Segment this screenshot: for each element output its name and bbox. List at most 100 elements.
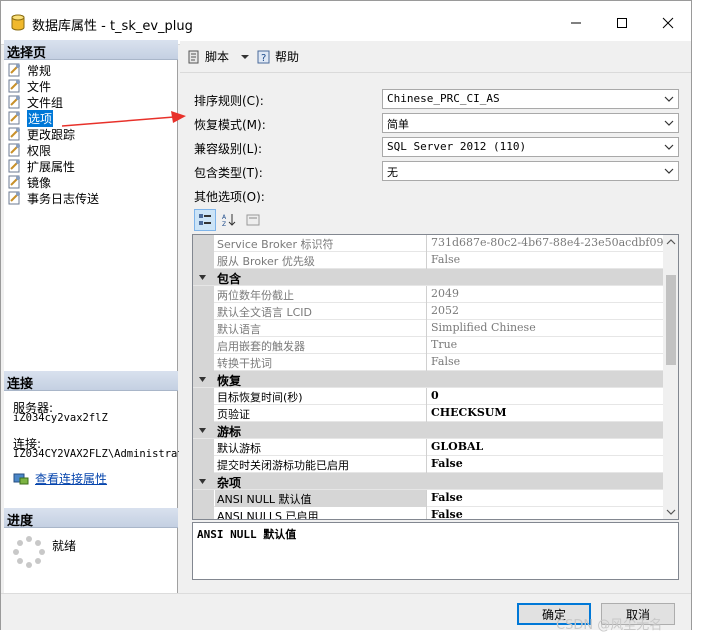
progress-spinner-icon [13, 536, 45, 568]
maximize-button[interactable] [599, 9, 645, 37]
sidebar-item-label: 常规 [27, 63, 52, 78]
scroll-up-icon[interactable] [663, 235, 679, 249]
scrollbar-thumb[interactable] [666, 275, 676, 365]
database-properties-window: 数据库属性 - t_sk_ev_plug 选择页 常规 文件 文件组 选项 更改… [0, 0, 692, 630]
grid-category[interactable]: 游标 [193, 422, 663, 439]
collapse-icon[interactable] [198, 426, 207, 435]
recovery-model-dropdown[interactable]: 简单 [382, 113, 679, 133]
alphabetical-view-button[interactable]: AZ [218, 209, 240, 231]
property-pages-icon [246, 214, 260, 226]
grid-category[interactable]: 杂项 [193, 473, 663, 490]
property-value[interactable]: CHECKSUM [428, 405, 663, 422]
chevron-down-icon [664, 168, 674, 174]
grid-row[interactable]: 目标恢复时间(秒) 0 [193, 388, 663, 405]
dropdown-arrow-icon[interactable] [239, 53, 251, 61]
property-name: 服从 Broker 优先级 [215, 252, 427, 269]
select-page-header: 选择页 [4, 40, 178, 61]
grid-row[interactable]: ANSI NULLS 已启用 False [193, 507, 663, 519]
grid-row[interactable]: 页验证 CHECKSUM [193, 405, 663, 422]
row-gutter [193, 320, 214, 337]
sidebar-item-files[interactable]: 文件 [7, 78, 51, 94]
sidebar-item-label: 文件 [27, 79, 52, 94]
collapse-icon[interactable] [198, 273, 207, 282]
property-value[interactable]: False [428, 354, 663, 371]
row-gutter [193, 439, 214, 456]
sidebar-item-label: 扩展属性 [27, 159, 76, 174]
page-wrench-icon [8, 143, 20, 157]
grid-row-selected[interactable]: ANSI NULL 默认值 False [193, 490, 663, 507]
property-value[interactable]: False [428, 507, 663, 519]
property-value[interactable]: 2052 [428, 303, 663, 320]
sidebar-item-options[interactable]: 选项 [7, 109, 54, 127]
grid-row[interactable]: 两位数年份截止 2049 [193, 286, 663, 303]
svg-text:?: ? [261, 53, 266, 64]
row-gutter [193, 337, 214, 354]
sidebar-item-general[interactable]: 常规 [7, 62, 51, 78]
sidebar-item-label: 事务日志传送 [27, 191, 100, 206]
sidebar-item-mirroring[interactable]: 镜像 [7, 174, 51, 190]
grid-row[interactable]: Service Broker 标识符 731d687e-80c2-4b67-88… [193, 235, 663, 252]
property-name: 页验证 [215, 405, 427, 422]
property-name: 默认语言 [215, 320, 427, 337]
categorized-view-button[interactable] [194, 209, 216, 231]
grid-row[interactable]: 提交时关闭游标功能已启用 False [193, 456, 663, 473]
property-value[interactable]: GLOBAL [428, 439, 663, 456]
row-gutter [193, 507, 214, 519]
database-icon [11, 14, 25, 31]
sidebar-item-filegroups[interactable]: 文件组 [7, 94, 63, 110]
property-grid: Service Broker 标识符 731d687e-80c2-4b67-88… [192, 234, 679, 520]
chevron-down-icon [664, 120, 674, 126]
grid-row[interactable]: 启用嵌套的触发器 True [193, 337, 663, 354]
grid-category[interactable]: 恢复 [193, 371, 663, 388]
vertical-scrollbar[interactable] [663, 235, 679, 519]
categorized-icon [199, 214, 211, 225]
page-wrench-icon [8, 191, 20, 205]
property-value[interactable]: 731d687e-80c2-4b67-88e4-23e50acdbf09 [428, 235, 663, 252]
containment-type-dropdown[interactable]: 无 [382, 161, 679, 181]
close-icon [662, 17, 674, 29]
containment-type-label: 包含类型(T): [194, 166, 263, 180]
sidebar-item-permissions[interactable]: 权限 [7, 142, 51, 158]
scroll-down-icon[interactable] [663, 505, 679, 519]
help-label: 帮助 [275, 50, 300, 64]
sidebar-item-label: 选项 [27, 109, 54, 127]
grid-category[interactable]: 包含 [193, 269, 663, 286]
sort-alpha-icon: AZ [222, 214, 236, 227]
property-value[interactable]: True [428, 337, 663, 354]
view-connection-properties-link[interactable]: 查看连接属性 [13, 470, 107, 487]
sidebar-item-label: 文件组 [27, 95, 64, 110]
property-value[interactable]: 0 [428, 388, 663, 405]
compat-level-value: SQL Server 2012 (110) [387, 140, 527, 153]
page-wrench-icon [8, 79, 20, 93]
property-value[interactable]: 2049 [428, 286, 663, 303]
property-description: ANSI NULL 默认值 [192, 522, 679, 580]
script-button[interactable]: 脚本 [186, 48, 251, 65]
help-button[interactable]: ? 帮助 [256, 48, 299, 65]
grid-row[interactable]: 服从 Broker 优先级 False [193, 252, 663, 269]
grid-row[interactable]: 默认游标 GLOBAL [193, 439, 663, 456]
property-name: ANSI NULL 默认值 [215, 490, 427, 507]
category-name: 杂项 [217, 476, 242, 490]
watermark: CSDN @风尘无名 [556, 618, 663, 633]
minimize-button[interactable] [553, 9, 599, 37]
property-value[interactable]: False [428, 252, 663, 269]
maximize-icon [617, 18, 627, 28]
collapse-icon[interactable] [198, 375, 207, 384]
close-button[interactable] [645, 9, 691, 37]
collapse-icon[interactable] [198, 477, 207, 486]
property-value[interactable]: False [428, 456, 663, 473]
compat-level-dropdown[interactable]: SQL Server 2012 (110) [382, 137, 679, 157]
sidebar-item-extended-properties[interactable]: 扩展属性 [7, 158, 75, 174]
grid-row[interactable]: 默认全文语言 LCID 2052 [193, 303, 663, 320]
property-value[interactable]: False [428, 490, 663, 507]
property-name: 目标恢复时间(秒) [215, 388, 427, 405]
property-value[interactable]: Simplified Chinese [428, 320, 663, 337]
row-gutter [193, 354, 214, 371]
property-pages-button[interactable] [242, 209, 264, 231]
collation-dropdown[interactable]: Chinese_PRC_CI_AS [382, 89, 679, 109]
sidebar-item-log-shipping[interactable]: 事务日志传送 [7, 190, 99, 206]
grid-row[interactable]: 默认语言 Simplified Chinese [193, 320, 663, 337]
grid-row[interactable]: 转换干扰词 False [193, 354, 663, 371]
connection-value: IZ034CY2VAX2FLZ\Administrat [13, 448, 179, 460]
property-name: 默认游标 [215, 439, 427, 456]
